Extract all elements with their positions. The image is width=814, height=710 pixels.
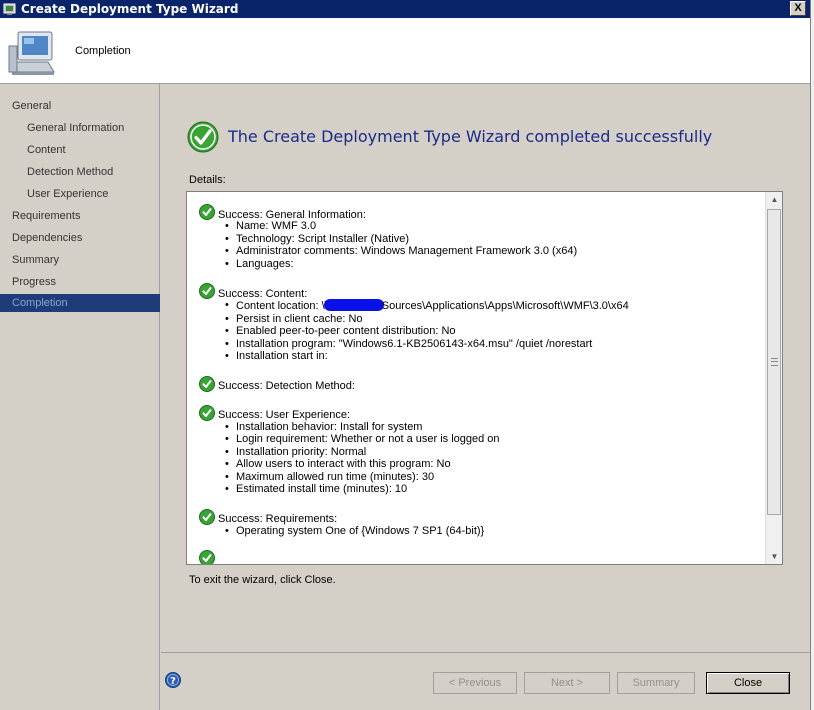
list-item: Installation start in:: [224, 350, 765, 363]
title-bar: Create Deployment Type Wizard X: [0, 0, 810, 18]
window-title: Create Deployment Type Wizard: [21, 2, 239, 16]
details-section-general-information: Success: General Information: Name: WMF …: [199, 204, 765, 270]
scroll-grip-icon: [771, 358, 778, 366]
list-item: Persist in client cache: No: [224, 313, 765, 326]
sidebar-item-general-information: General Information: [27, 122, 125, 134]
list-item: Operating system One of {Windows 7 SP1 (…: [224, 525, 765, 538]
details-section-content: Success: Content: Content location: \\So…: [199, 283, 765, 363]
list-item: Login requirement: Whether or not a user…: [224, 433, 765, 446]
success-check-icon: [199, 508, 215, 525]
content-location-item: Content location: \\ Sources\Applications…: [224, 299, 765, 313]
sidebar-item-content: Content: [27, 144, 66, 156]
exit-instructions: To exit the wizard, click Close.: [189, 574, 336, 586]
sidebar-item-completion: Completion: [0, 294, 160, 312]
details-label: Details:: [189, 174, 226, 186]
list-item: Name: WMF 3.0: [224, 220, 765, 233]
sidebar-item-user-experience: User Experience: [27, 188, 109, 200]
previous-button[interactable]: < Previous: [433, 672, 517, 694]
list-item: Technology: Script Installer (Native): [224, 233, 765, 246]
list-item: Installation program: "Windows6.1-KB2506…: [224, 338, 765, 351]
list-item: Enabled peer-to-peer content distributio…: [224, 325, 765, 338]
close-window-button[interactable]: X: [790, 1, 806, 16]
list-item: Languages:: [224, 258, 765, 271]
redaction-mark: [323, 299, 384, 311]
close-button[interactable]: Close: [706, 672, 790, 694]
list-item: Installation behavior: Install for syste…: [224, 421, 765, 434]
list-item: Administrator comments: Windows Manageme…: [224, 245, 765, 258]
list-item: Installation priority: Normal: [224, 446, 765, 459]
wizard-header: Completion: [0, 18, 810, 84]
svg-text:?: ?: [170, 676, 176, 687]
help-icon[interactable]: ?: [165, 672, 181, 688]
success-check-icon: [199, 375, 215, 392]
footer-divider: [161, 652, 810, 653]
sidebar-item-detection-method: Detection Method: [27, 166, 114, 178]
sidebar-item-dependencies: Dependencies: [12, 232, 83, 244]
scroll-down-arrow-icon[interactable]: ▼: [766, 549, 783, 564]
wizard-main-panel: The Create Deployment Type Wizard comple…: [161, 85, 810, 710]
scroll-thumb[interactable]: [767, 209, 781, 515]
sidebar-item-summary: Summary: [12, 254, 60, 266]
content-location-prefix: Content location: \\: [236, 300, 328, 312]
sidebar-item-general: General: [12, 100, 52, 112]
details-section-partial: [199, 550, 765, 564]
wizard-app-icon: [3, 2, 17, 16]
completion-heading: The Create Deployment Type Wizard comple…: [228, 127, 713, 146]
header-title: Completion: [75, 45, 131, 57]
computer-icon: [8, 28, 58, 78]
success-check-icon: [199, 550, 215, 564]
details-section-user-experience: Success: User Experience: Installation b…: [199, 404, 765, 496]
details-textbox[interactable]: Success: General Information: Name: WMF …: [186, 191, 783, 565]
sidebar-item-requirements: Requirements: [12, 210, 81, 222]
success-check-icon: [199, 204, 215, 220]
success-check-icon: [187, 121, 219, 153]
details-scrollbar[interactable]: ▲ ▼: [765, 192, 782, 564]
list-item: Estimated install time (minutes): 10: [224, 483, 765, 496]
sidebar-item-progress: Progress: [12, 276, 57, 288]
details-content: Success: General Information: Name: WMF …: [187, 192, 765, 564]
success-check-icon: [199, 404, 215, 421]
details-section-detection-method: Success: Detection Method:: [199, 375, 765, 393]
wizard-sidebar: General General Information Content Dete…: [0, 84, 160, 710]
scroll-up-arrow-icon[interactable]: ▲: [766, 192, 783, 207]
details-section-requirements: Success: Requirements: Operating system …: [199, 508, 765, 538]
content-location-suffix: Sources\Applications\Apps\Microsoft\WMF\…: [381, 300, 629, 312]
summary-button[interactable]: Summary: [617, 672, 695, 694]
background-window-edge: [810, 0, 814, 710]
section-title: Success: Detection Method:: [218, 380, 355, 393]
list-item: Allow users to interact with this progra…: [224, 458, 765, 471]
next-button[interactable]: Next >: [524, 672, 610, 694]
success-check-icon: [199, 283, 215, 299]
list-item: Maximum allowed run time (minutes): 30: [224, 471, 765, 484]
